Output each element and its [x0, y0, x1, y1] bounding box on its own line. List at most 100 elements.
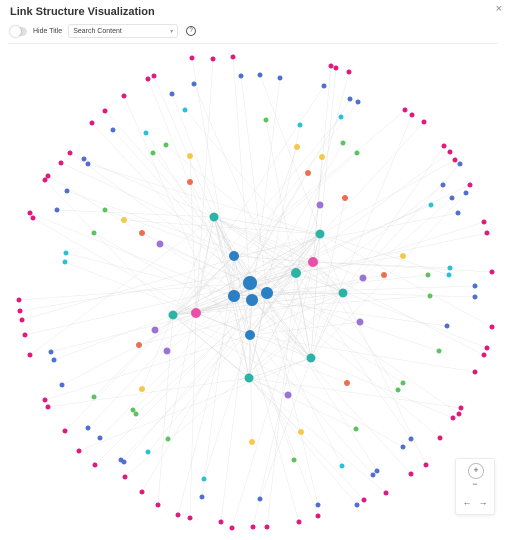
graph-node[interactable] [321, 83, 327, 89]
graph-node[interactable] [145, 76, 151, 82]
graph-node[interactable] [257, 496, 263, 502]
graph-node[interactable] [409, 112, 415, 118]
graph-node[interactable] [261, 287, 273, 299]
graph-node[interactable] [199, 494, 205, 500]
graph-node[interactable] [244, 373, 254, 383]
graph-node[interactable] [27, 352, 33, 358]
graph-node[interactable] [489, 269, 495, 275]
arrow-left-icon[interactable]: ← [461, 497, 473, 507]
graph-node[interactable] [370, 472, 376, 478]
graph-node[interactable] [143, 130, 149, 136]
graph-node[interactable] [338, 114, 344, 120]
graph-node[interactable] [484, 230, 490, 236]
graph-node[interactable] [130, 407, 136, 413]
graph-node[interactable] [441, 143, 447, 149]
graph-node[interactable] [436, 348, 442, 354]
graph-node[interactable] [243, 276, 257, 290]
graph-node[interactable] [354, 502, 360, 508]
graph-node[interactable] [400, 253, 406, 259]
graph-node[interactable] [263, 117, 269, 123]
graph-node[interactable] [402, 107, 408, 113]
graph-node[interactable] [246, 294, 258, 306]
graph-node[interactable] [168, 310, 178, 320]
graph-node[interactable] [427, 293, 433, 299]
graph-node[interactable] [62, 428, 68, 434]
graph-node[interactable] [408, 471, 414, 477]
graph-node[interactable] [85, 161, 91, 167]
graph-node[interactable] [298, 429, 304, 435]
graph-node[interactable] [230, 54, 236, 60]
graph-node[interactable] [191, 81, 197, 87]
graph-node[interactable] [145, 449, 151, 455]
graph-node[interactable] [189, 55, 195, 61]
graph-node[interactable] [284, 391, 292, 399]
graph-node[interactable] [446, 272, 452, 278]
graph-node[interactable] [444, 323, 450, 329]
graph-node[interactable] [54, 207, 60, 213]
graph-node[interactable] [306, 353, 316, 363]
graph-node[interactable] [381, 272, 387, 278]
graph-node[interactable] [121, 217, 127, 223]
graph-node[interactable] [315, 229, 325, 239]
graph-node[interactable] [163, 347, 171, 355]
graph-node[interactable] [169, 91, 175, 97]
graph-node[interactable] [51, 357, 57, 363]
graph-node[interactable] [456, 411, 462, 417]
graph-node[interactable] [182, 107, 188, 113]
graph-node[interactable] [45, 173, 51, 179]
graph-node[interactable] [328, 63, 334, 69]
graph-node[interactable] [91, 230, 97, 236]
graph-node[interactable] [472, 369, 478, 375]
graph-node[interactable] [354, 150, 360, 156]
graph-node[interactable] [62, 259, 68, 265]
graph-node[interactable] [319, 154, 325, 160]
graph-node[interactable] [187, 179, 193, 185]
graph-node[interactable] [455, 210, 461, 216]
graph-node[interactable] [209, 212, 219, 222]
graph-node[interactable] [458, 405, 464, 411]
graph-node[interactable] [484, 345, 490, 351]
graph-node[interactable] [122, 474, 128, 480]
graph-node[interactable] [139, 230, 145, 236]
graph-node[interactable] [481, 219, 487, 225]
graph-node[interactable] [344, 380, 350, 386]
graph-node[interactable] [440, 182, 446, 188]
graph-node[interactable] [353, 426, 359, 432]
graph-node[interactable] [383, 490, 389, 496]
graph-node[interactable] [30, 215, 36, 221]
graph-node[interactable] [85, 425, 91, 431]
graph-node[interactable] [191, 308, 201, 318]
graph-node[interactable] [447, 149, 453, 155]
graph-node[interactable] [22, 332, 28, 338]
graph-node[interactable] [91, 394, 97, 400]
graph-node[interactable] [89, 120, 95, 126]
graph-node[interactable] [356, 318, 364, 326]
graph-node[interactable] [449, 195, 455, 201]
graph-node[interactable] [305, 170, 311, 176]
graph-node[interactable] [238, 73, 244, 79]
graph-node[interactable] [27, 210, 33, 216]
graph-node[interactable] [187, 515, 193, 521]
graph-node[interactable] [257, 72, 263, 78]
graph-node[interactable] [425, 272, 431, 278]
graph-node[interactable] [76, 448, 82, 454]
graph-node[interactable] [400, 380, 406, 386]
graph-node[interactable] [472, 294, 478, 300]
graph-node[interactable] [64, 188, 70, 194]
graph-node[interactable] [121, 459, 127, 465]
graph-node[interactable] [19, 317, 25, 323]
graph-node[interactable] [452, 157, 458, 163]
graph-node[interactable] [316, 201, 324, 209]
zoom-out-icon[interactable]: − [469, 479, 481, 489]
graph-node[interactable] [315, 502, 321, 508]
graph-node[interactable] [175, 512, 181, 518]
graph-node[interactable] [42, 397, 48, 403]
graph-node[interactable] [400, 444, 406, 450]
graph-node[interactable] [97, 435, 103, 441]
graph-node[interactable] [245, 330, 255, 340]
graph-node[interactable] [155, 502, 161, 508]
graph-node[interactable] [250, 524, 256, 530]
graph-node[interactable] [355, 99, 361, 105]
graph-node[interactable] [17, 308, 23, 314]
graph-node[interactable] [48, 349, 54, 355]
